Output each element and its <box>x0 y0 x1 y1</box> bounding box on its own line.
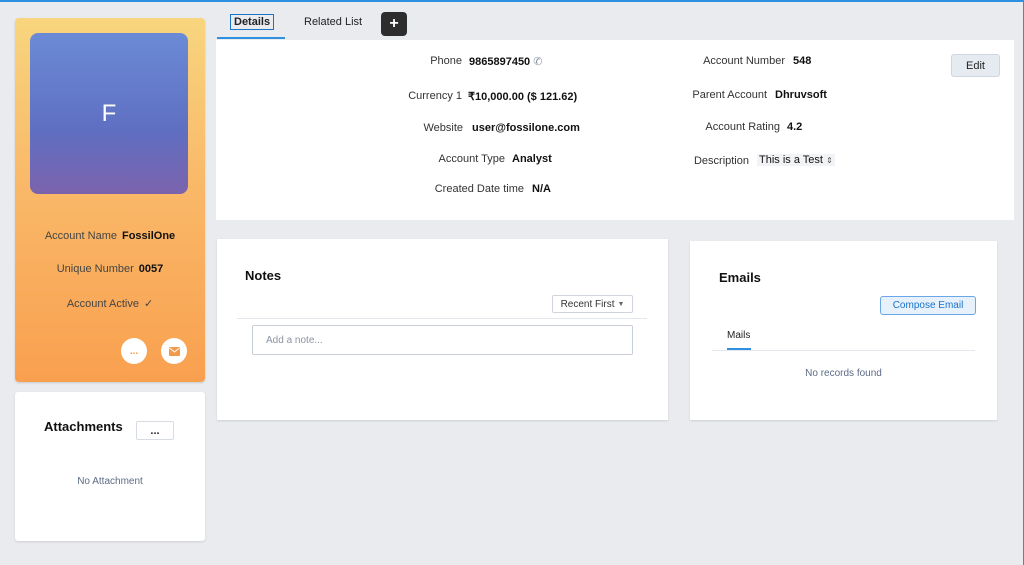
created-date-value: N/A <box>532 183 551 195</box>
add-tab-button[interactable]: + <box>381 12 407 36</box>
tab-details[interactable]: Details <box>230 14 275 30</box>
sort-label: Recent First <box>560 298 615 310</box>
phone-icon[interactable]: ✆ <box>533 56 542 68</box>
mails-divider <box>712 350 975 351</box>
website-label: Website <box>423 122 463 134</box>
account-active-label: Account Active <box>66 298 139 310</box>
edit-button[interactable]: Edit <box>951 54 1000 77</box>
profile-card: F Account Name FossilOne Unique Number 005… <box>15 18 205 382</box>
attachments-title: Attachments <box>44 419 123 434</box>
emails-card: Emails Compose Email Mails No records fo… <box>690 241 997 420</box>
no-attachment-text: No Attachment <box>77 476 143 487</box>
add-note-input[interactable] <box>252 325 633 355</box>
notes-card: Notes Recent First ▼ <box>217 239 668 420</box>
currency-label: Currency 1 <box>408 90 462 102</box>
plus-icon: + <box>389 15 399 32</box>
avatar: F <box>30 33 188 194</box>
account-active-row: Account Active ✓ <box>15 297 205 310</box>
account-name-value: FossilOne <box>121 230 176 242</box>
account-number-label: Account Number <box>703 55 785 67</box>
tab-active-indicator <box>217 37 285 39</box>
more-icon: ... <box>129 345 139 357</box>
account-rating-value: 4.2 <box>787 121 803 133</box>
unique-number-row: Unique Number 0057 <box>15 263 205 275</box>
expand-icon[interactable]: ⇕ <box>826 156 833 165</box>
unique-number-value: 0057 <box>138 263 164 275</box>
send-email-button[interactable] <box>161 338 187 364</box>
parent-account-label: Parent Account <box>692 89 767 101</box>
attachments-card: Attachments ... No Attachment <box>15 392 205 541</box>
tab-mails[interactable]: Mails <box>727 330 750 341</box>
caret-down-icon: ▼ <box>617 300 625 308</box>
phone-value: 9865897450 ✆ <box>469 55 542 68</box>
unique-number-label: Unique Number <box>56 263 134 275</box>
account-name-label: Account Name <box>44 230 117 242</box>
parent-account-value[interactable]: Dhruvsoft <box>775 89 827 101</box>
description-value[interactable]: This is a Test ⇕ <box>757 154 835 166</box>
phone-value-text: 9865897450 <box>469 56 531 68</box>
account-type-value: Analyst <box>512 153 552 165</box>
phone-label: Phone <box>430 55 462 67</box>
website-value[interactable]: user@fossilone.com <box>472 122 580 134</box>
notes-sort-dropdown[interactable]: Recent First ▼ <box>552 295 633 313</box>
account-rating-label: Account Rating <box>705 121 780 133</box>
currency-value: ₹10,000.00 ($ 121.62) <box>468 91 578 103</box>
account-type-label: Account Type <box>438 153 505 165</box>
avatar-initial: F <box>101 99 117 127</box>
notes-title: Notes <box>245 268 282 283</box>
tab-related-list[interactable]: Related List <box>304 16 362 28</box>
notes-divider <box>237 318 647 319</box>
description-value-text: This is a Test <box>759 154 823 166</box>
account-name-row: Account Name FossilOne <box>15 230 205 242</box>
attachments-more-button[interactable]: ... <box>136 421 174 440</box>
check-icon: ✓ <box>143 298 154 310</box>
created-date-label: Created Date time <box>434 183 524 195</box>
compose-email-button[interactable]: Compose Email <box>880 296 976 315</box>
envelope-icon <box>168 346 180 356</box>
account-number-value: 548 <box>793 55 812 67</box>
emails-title: Emails <box>719 270 761 285</box>
more-actions-button[interactable]: ... <box>121 338 147 364</box>
mails-active-indicator <box>727 348 751 350</box>
no-records-text: No records found <box>805 368 882 379</box>
description-label: Description <box>693 155 749 167</box>
